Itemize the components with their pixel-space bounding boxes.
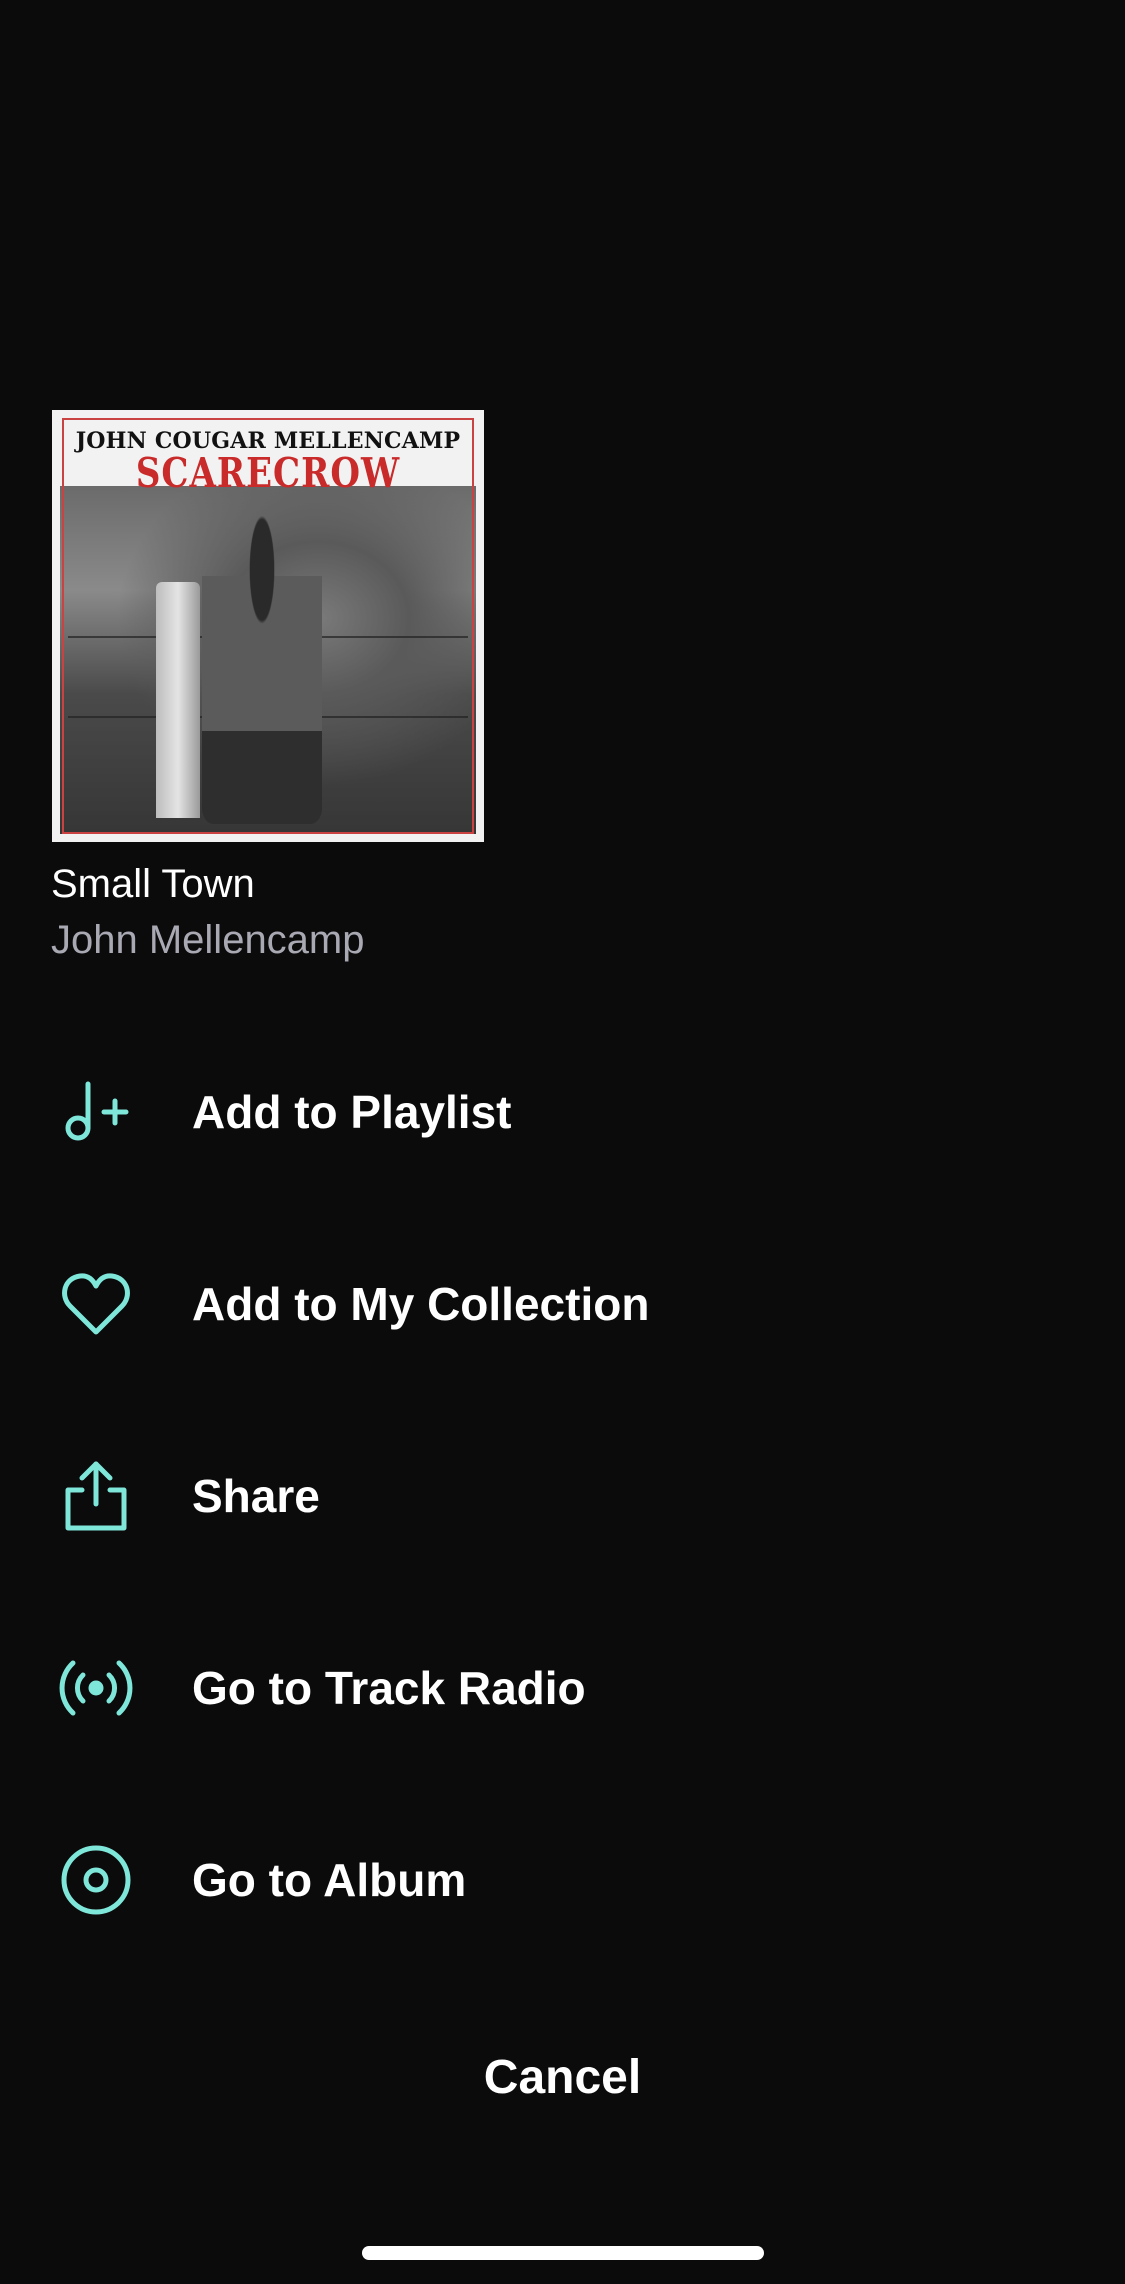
- menu-item-label: Add to Playlist: [192, 1086, 512, 1138]
- heart-icon: [56, 1264, 136, 1344]
- menu-item-label: Go to Track Radio: [192, 1662, 586, 1714]
- album-disc-icon: [56, 1840, 136, 1920]
- action-menu: Add to Playlist Add to My Collection Sha…: [0, 1016, 1125, 1976]
- cancel-button[interactable]: Cancel: [0, 2050, 1125, 2105]
- track-artist: John Mellencamp: [51, 918, 365, 962]
- menu-item-track-radio[interactable]: Go to Track Radio: [0, 1592, 1125, 1784]
- menu-item-label: Add to My Collection: [192, 1278, 650, 1330]
- radio-broadcast-icon: [56, 1648, 136, 1728]
- menu-item-label: Go to Album: [192, 1854, 467, 1906]
- menu-item-label: Share: [192, 1470, 320, 1522]
- action-sheet: JOHN COUGAR MELLENCAMP SCARECROW Small T…: [0, 0, 1125, 2284]
- menu-item-add-to-playlist[interactable]: Add to Playlist: [0, 1016, 1125, 1208]
- menu-item-add-to-collection[interactable]: Add to My Collection: [0, 1208, 1125, 1400]
- home-indicator[interactable]: [362, 2246, 764, 2260]
- album-artwork: JOHN COUGAR MELLENCAMP SCARECROW: [52, 410, 484, 842]
- music-note-plus-icon: [56, 1072, 136, 1152]
- artwork-album-text: SCARECROW: [135, 450, 401, 498]
- menu-item-share[interactable]: Share: [0, 1400, 1125, 1592]
- menu-item-go-to-album[interactable]: Go to Album: [0, 1784, 1125, 1976]
- track-title: Small Town: [51, 862, 255, 906]
- share-icon: [56, 1456, 136, 1536]
